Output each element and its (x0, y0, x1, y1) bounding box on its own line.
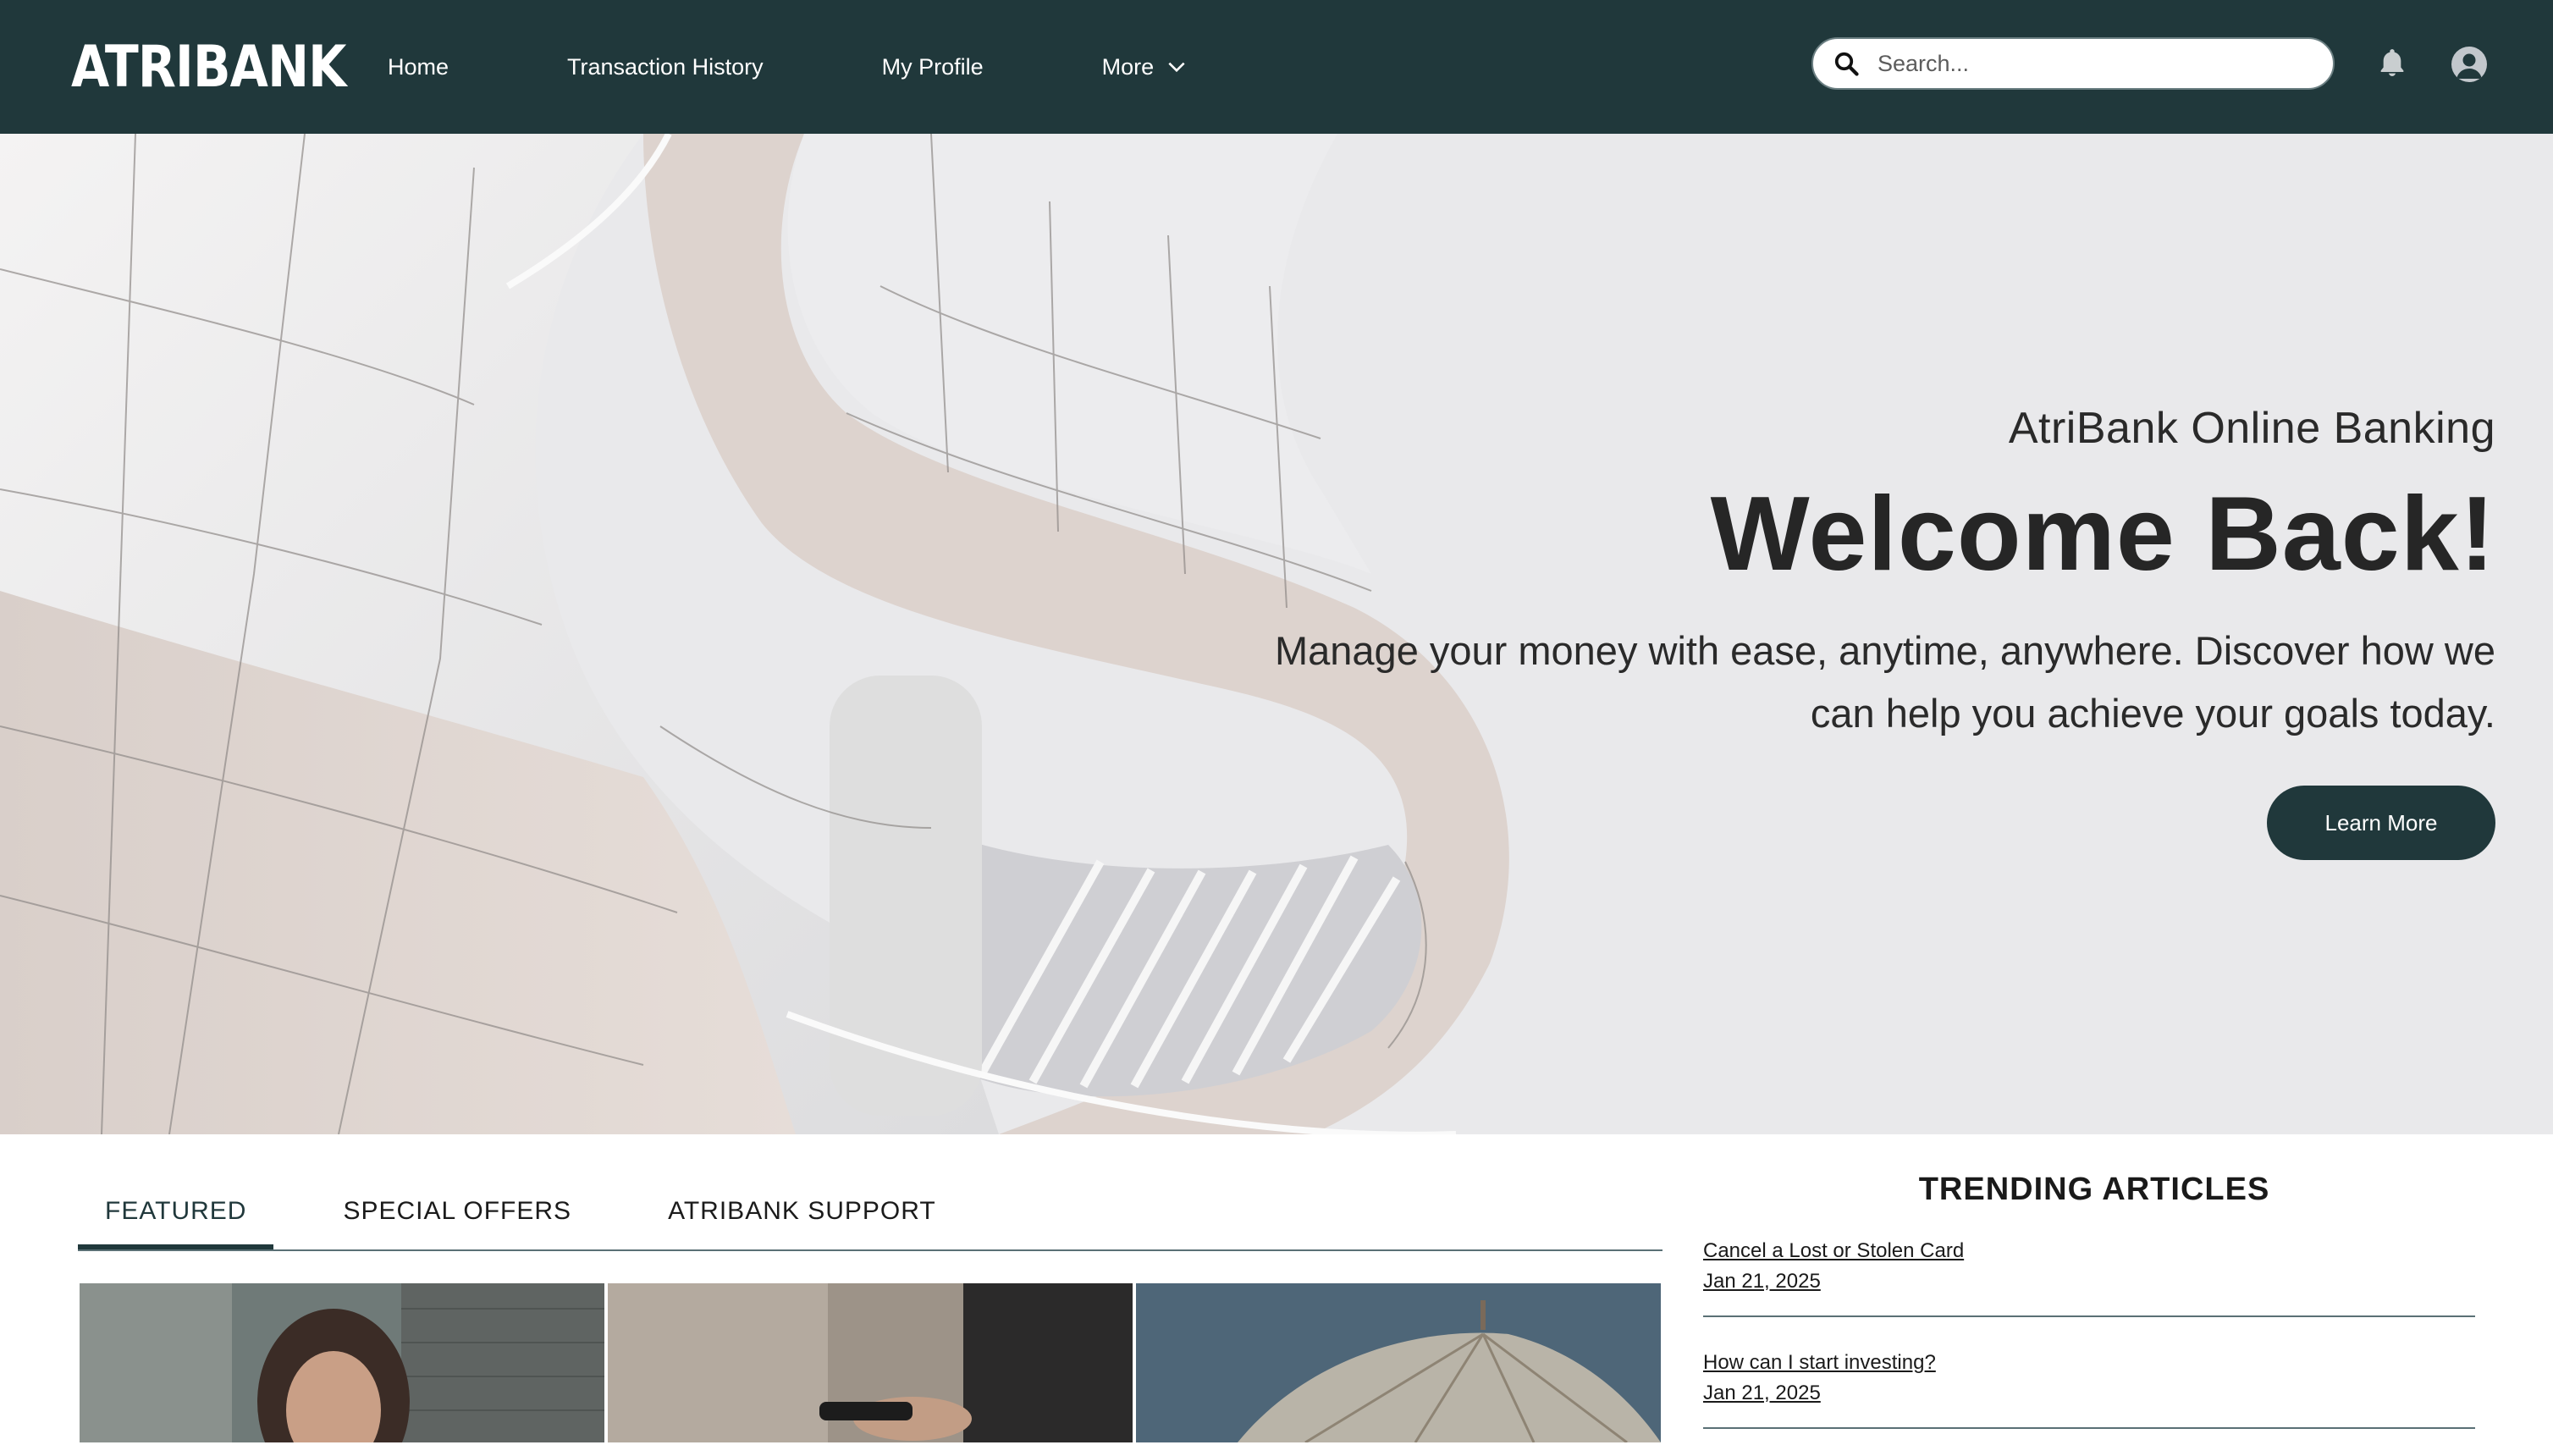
top-navigation-bar: ATRIBANK Home Transaction History My Pro… (0, 0, 2553, 134)
nav-item-home[interactable]: Home (388, 54, 449, 80)
featured-card-image (80, 1283, 604, 1442)
featured-card[interactable] (80, 1283, 604, 1442)
tab-featured[interactable]: FEATURED (78, 1185, 274, 1249)
list-item: Cancel a Lost or Stolen Card Jan 21, 202… (1703, 1233, 2475, 1317)
chevron-down-icon (1168, 62, 1185, 73)
learn-more-button[interactable]: Learn More (2267, 786, 2495, 860)
main-nav: Home Transaction History My Profile More (388, 0, 1306, 134)
tab-atribank-support[interactable]: ATRIBANK SUPPORT (641, 1185, 963, 1248)
atribank-logo[interactable]: ATRIBANK (71, 34, 346, 101)
featured-card-image (1136, 1283, 1661, 1442)
hero-banner: AtriBank Online Banking Welcome Back! Ma… (0, 134, 2553, 1134)
article-title-link[interactable]: How can I start investing? (1703, 1348, 2475, 1378)
article-date-link[interactable]: Jan 21, 2025 (1703, 1266, 2475, 1297)
featured-card-image (608, 1283, 1133, 1442)
hero-subtitle: AtriBank Online Banking (2008, 404, 2495, 453)
avatar-icon (2457, 53, 2482, 79)
featured-cards (80, 1283, 1661, 1442)
tab-special-offers[interactable]: SPECIAL OFFERS (316, 1185, 598, 1248)
hero-text-block: AtriBank Online Banking Welcome Back! Ma… (1226, 403, 2495, 745)
nav-item-more[interactable]: More (1102, 54, 1188, 80)
list-item: How can I start investing? Jan 21, 2025 (1703, 1344, 2475, 1429)
article-date-link[interactable]: Jan 21, 2025 (1703, 1378, 2475, 1409)
search-box (1811, 37, 2335, 90)
nav-item-my-profile[interactable]: My Profile (882, 54, 984, 80)
nav-item-more-label: More (1101, 53, 1155, 80)
article-title-link[interactable]: Cancel a Lost or Stolen Card (1703, 1236, 2475, 1266)
trending-articles-heading: TRENDING ARTICLES (1918, 1172, 2270, 1207)
featured-card[interactable] (608, 1283, 1133, 1442)
content-tabs: FEATURED SPECIAL OFFERS ATRIBANK SUPPORT (78, 1185, 1662, 1251)
bell-icon[interactable] (2375, 46, 2409, 80)
hero-title: Welcome Back! (1710, 476, 2495, 593)
featured-card[interactable] (1136, 1283, 1661, 1442)
hero-description: Manage your money with ease, anytime, an… (1274, 628, 2495, 736)
trending-articles-list: Cancel a Lost or Stolen Card Jan 21, 202… (1703, 1233, 2475, 1456)
nav-item-transaction-history[interactable]: Transaction History (567, 54, 764, 80)
search-input[interactable] (1876, 49, 2319, 78)
user-avatar[interactable] (2451, 47, 2487, 82)
search-icon[interactable] (1833, 51, 1859, 76)
